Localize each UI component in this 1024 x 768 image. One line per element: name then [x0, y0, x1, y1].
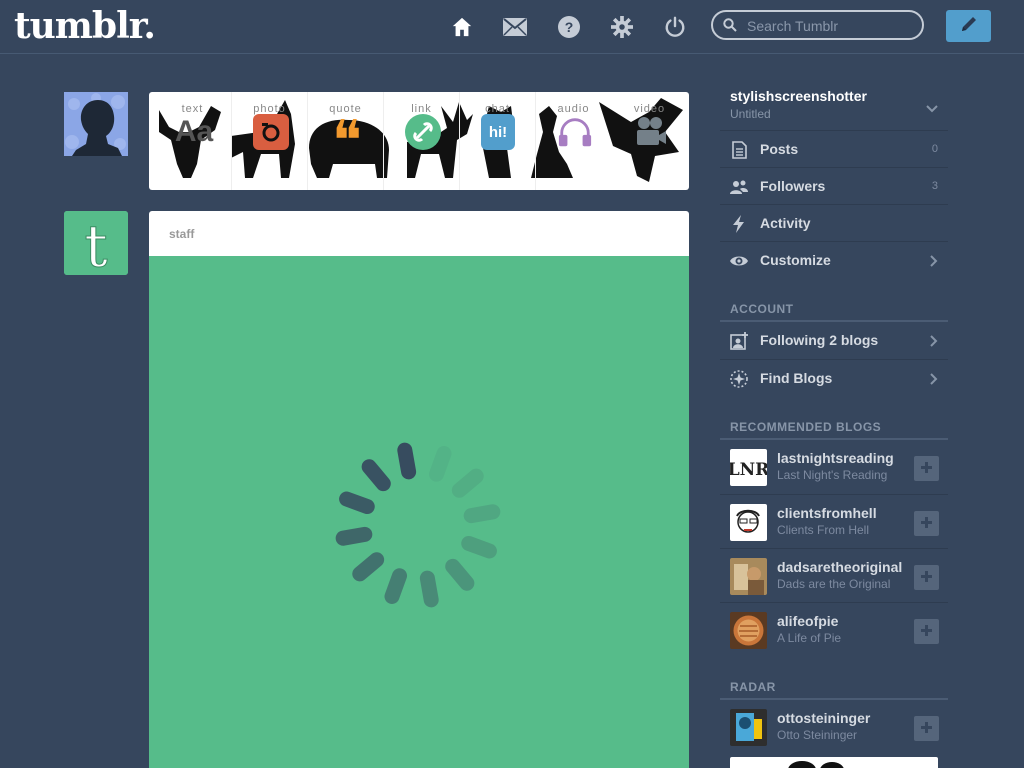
chevron-right-icon [930, 372, 938, 390]
eye-icon [730, 252, 748, 270]
camera-icon [253, 114, 289, 150]
post-type-photo-button[interactable]: photo [231, 92, 308, 190]
dashboard-post: staff [149, 211, 689, 768]
plus-icon [921, 720, 932, 738]
blog-name[interactable]: clientsfromhell [777, 505, 912, 521]
quote-icon: ❝ [331, 108, 363, 174]
posts-count: 0 [931, 143, 938, 155]
power-icon[interactable] [661, 13, 689, 41]
plus-icon [921, 569, 932, 587]
follow-button[interactable] [914, 565, 939, 590]
blog-name[interactable]: alifeofpie [777, 613, 912, 629]
sidebar-item-label: Activity [760, 215, 811, 231]
follow-button[interactable] [914, 456, 939, 481]
blog-title: Clients From Hell [777, 523, 870, 537]
activity-icon [730, 215, 748, 233]
blog-name[interactable]: ottosteininger [777, 710, 912, 726]
recommended-blog-item[interactable]: LNR lastnightsreading Last Night's Readi… [720, 440, 948, 494]
blog-name[interactable]: lastnightsreading [777, 450, 912, 466]
video-camera-icon [633, 114, 669, 150]
plus-icon [921, 623, 932, 641]
post-type-video-button[interactable]: video [611, 92, 688, 190]
search-box [711, 10, 924, 40]
sidebar-item-followers[interactable]: Followers 3 [720, 167, 948, 204]
chevron-down-icon[interactable] [926, 100, 938, 118]
sidebar-item-customize[interactable]: Customize [720, 241, 948, 278]
post-type-text-button[interactable]: text Aa [154, 92, 231, 190]
blog-avatar [730, 558, 767, 595]
blog-avatar [730, 504, 767, 541]
blog-name[interactable]: dadsaretheoriginal [777, 559, 912, 575]
sidebar-item-activity[interactable]: Activity [720, 204, 948, 241]
blog-title: Dads are the Original [777, 577, 891, 591]
blog-subtitle: Untitled [730, 107, 771, 121]
blog-avatar [730, 709, 767, 746]
post-type-audio-button[interactable]: audio [535, 92, 612, 190]
follow-button[interactable] [914, 716, 939, 741]
loading-spinner [335, 442, 501, 608]
headphones-icon [557, 114, 593, 150]
sidebar-item-find-blogs[interactable]: Find Blogs [720, 359, 948, 396]
svg-text:t: t [84, 212, 107, 275]
svg-text:?: ? [565, 19, 574, 35]
followers-count: 3 [931, 180, 938, 192]
user-avatar[interactable] [64, 92, 128, 156]
compose-button[interactable] [946, 10, 991, 42]
blog-avatar: LNR [730, 449, 767, 486]
recommended-blogs-heading: RECOMMENDED BLOGS [730, 420, 882, 434]
recommended-blog-item[interactable]: alifeofpie A Life of Pie [720, 602, 948, 656]
blog-title: Last Night's Reading [777, 468, 888, 482]
posts-icon [730, 141, 748, 159]
sidebar-item-label: Find Blogs [760, 370, 833, 386]
link-icon [405, 114, 441, 150]
followers-icon [730, 178, 748, 196]
recommended-blog-item[interactable]: dadsaretheoriginal Dads are the Original [720, 548, 948, 602]
blog-title: Otto Steininger [777, 728, 858, 742]
chevron-right-icon [930, 254, 938, 272]
sidebar-item-label: Posts [760, 141, 799, 157]
gear-icon[interactable] [608, 13, 636, 41]
blog-avatar [730, 612, 767, 649]
radar-heading: RADAR [730, 680, 776, 694]
top-navigation-bar: tumblr. ? [0, 0, 1024, 54]
pencil-icon [959, 14, 979, 39]
blog-name[interactable]: stylishscreenshotter [730, 88, 867, 104]
text-icon: Aa [174, 115, 214, 148]
post-type-quote-button[interactable]: quote ❝ [307, 92, 384, 190]
recommended-blog-item[interactable]: clientsfromhell Clients From Hell [720, 494, 948, 548]
post-type-link-button[interactable]: link [383, 92, 460, 190]
chevron-right-icon [930, 334, 938, 352]
tumblr-logo[interactable]: tumblr. [14, 5, 156, 47]
blog-title: A Life of Pie [777, 631, 842, 645]
follow-button[interactable] [914, 619, 939, 644]
sidebar-item-following[interactable]: Following 2 blogs [720, 322, 948, 359]
sidebar-item-label: Followers [760, 178, 826, 194]
following-icon [730, 332, 748, 350]
find-blogs-icon [730, 370, 748, 388]
help-icon[interactable]: ? [555, 13, 583, 41]
svg-text:LNR: LNR [730, 460, 767, 480]
mail-icon[interactable] [501, 13, 529, 41]
search-input[interactable] [745, 16, 919, 36]
home-icon[interactable] [448, 13, 476, 41]
post-type-chat-button[interactable]: chat hi! [459, 92, 536, 190]
follow-button[interactable] [914, 511, 939, 536]
post-content [149, 256, 689, 768]
plus-icon [921, 515, 932, 533]
account-heading: ACCOUNT [730, 302, 794, 316]
search-icon [723, 18, 737, 37]
sidebar-item-label: Customize [760, 252, 831, 268]
radar-blog-item[interactable]: ottosteininger Otto Steininger [720, 700, 948, 754]
sidebar-item-label: Following 2 blogs [760, 332, 879, 348]
staff-avatar[interactable]: t [64, 211, 128, 281]
sidebar-item-posts[interactable]: Posts 0 [720, 130, 948, 167]
post-type-bar: text Aa photo quote ❝ link chat hi! audi… [149, 92, 689, 190]
plus-icon [921, 460, 932, 478]
radar-post-preview[interactable] [730, 757, 938, 768]
chat-icon: hi! [481, 114, 515, 150]
post-author[interactable]: staff [169, 227, 194, 241]
